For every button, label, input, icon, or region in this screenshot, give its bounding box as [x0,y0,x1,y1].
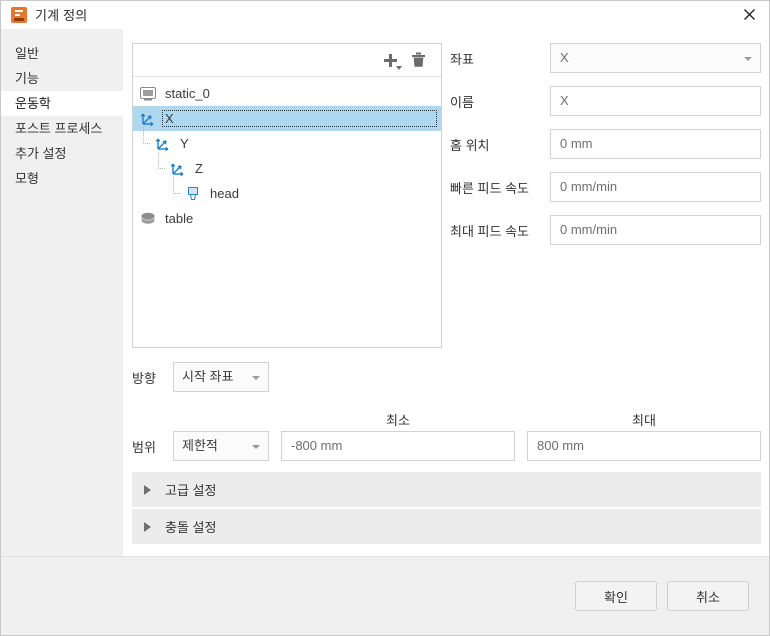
range-min-value: -800 mm [291,438,343,453]
tree-toolbar [133,44,441,77]
sidebar-item-model[interactable]: 모형 [1,166,123,191]
tree-node-label: X [162,110,437,127]
direction-value: 시작 좌표 [182,369,234,384]
tree-node-x[interactable]: X [133,106,441,131]
machine-definition-dialog: 기계 정의 일반 기능 운동학 포스트 프로세스 추가 설정 모형 static… [0,0,770,636]
direction-row: 방향 시작 좌표 [132,362,761,392]
dialog-footer: 확인 취소 [1,556,769,635]
coordinate-label: 좌표 [450,51,474,67]
sidebar-item-capabilities[interactable]: 기능 [1,66,123,91]
tree-node-label: Z [195,161,203,176]
sidebar-item-kinematics[interactable]: 운동학 [1,91,123,116]
home-position-input[interactable]: 0 mm [550,129,761,159]
range-mode-select[interactable]: 제한적 [173,431,269,461]
triangle-right-icon [144,521,151,532]
range-max-header: 최대 [632,412,656,428]
kinematics-tree-panel: static_0 X Y Z head table [132,43,442,348]
window-title: 기계 정의 [35,8,88,23]
tree-node-table[interactable]: table [133,206,441,231]
content-panel: static_0 X Y Z head table 좌표 X 이름 X 홈 위치… [123,29,769,556]
field-row-coordinate: 좌표 X [450,43,761,73]
triangle-right-icon [144,484,151,495]
rapid-feed-label: 빠른 피드 속도 [450,180,529,196]
tree-node-y[interactable]: Y [133,127,441,156]
field-row-home-position: 홈 위치 0 mm [450,129,761,159]
tree-node-z[interactable]: Z [133,152,441,181]
tree-node-label: table [165,211,194,226]
section-label: 고급 설정 [165,483,217,498]
spindle-head-icon [184,186,202,202]
chevron-down-icon [744,57,752,61]
sidebar-item-additional-settings[interactable]: 추가 설정 [1,141,123,166]
tree-guide [169,177,184,206]
collapsible-sections: 고급 설정 충돌 설정 [132,472,761,546]
rapid-feed-input[interactable]: 0 mm/min [550,172,761,202]
tree-node-label: static_0 [165,86,210,101]
section-collision-settings[interactable]: 충돌 설정 [132,509,761,544]
direction-select[interactable]: 시작 좌표 [173,362,269,392]
chevron-down-icon [252,376,260,380]
max-feed-value: 0 mm/min [560,222,618,237]
range-label: 범위 [132,439,156,455]
dialog-body: 일반 기능 운동학 포스트 프로세스 추가 설정 모형 static_0 X Y… [1,29,769,556]
rapid-feed-value: 0 mm/min [560,179,618,194]
tree-guide [139,127,154,156]
tree-node-label: head [210,186,239,201]
direction-label: 방향 [132,370,156,386]
ok-button[interactable]: 확인 [575,581,657,611]
name-input[interactable]: X [550,86,761,116]
coordinate-value: X [560,50,569,65]
motion-limits-form: 방향 시작 좌표 최소 최대 범위 제한적 -800 mm 800 mm [132,362,761,461]
sidebar: 일반 기능 운동학 포스트 프로세스 추가 설정 모형 [1,29,123,556]
range-max-value: 800 mm [537,438,584,453]
tree-node-label: Y [180,136,189,151]
section-label: 충돌 설정 [165,520,217,535]
section-advanced-settings[interactable]: 고급 설정 [132,472,761,507]
sidebar-item-general[interactable]: 일반 [1,41,123,66]
axis-properties-form: 좌표 X 이름 X 홈 위치 0 mm 빠른 피드 속도 0 mm/min 최대… [450,43,761,258]
field-row-max-feed: 최대 피드 속도 0 mm/min [450,215,761,245]
chevron-down-icon[interactable] [396,66,402,70]
home-position-value: 0 mm [560,136,593,151]
tree-node-static_0[interactable]: static_0 [133,81,441,106]
add-node-button[interactable] [377,48,403,72]
range-mode-value: 제한적 [182,438,218,453]
axis-icon [139,111,157,127]
coordinate-select[interactable]: X [550,43,761,73]
range-row: 범위 제한적 -800 mm 800 mm [132,431,761,461]
name-value: X [560,93,569,108]
axis-icon [154,136,172,152]
home-position-label: 홈 위치 [450,137,490,153]
table-disc-icon [139,211,157,227]
fusion-icon [11,6,27,23]
range-min-input[interactable]: -800 mm [281,431,515,461]
sidebar-item-post-process[interactable]: 포스트 프로세스 [1,116,123,141]
chevron-down-icon [252,445,260,449]
range-min-header: 최소 [386,412,410,428]
range-headers: 최소 최대 [132,410,761,428]
field-row-name: 이름 X [450,86,761,116]
tree-list: static_0 X Y Z head table [133,77,441,231]
name-label: 이름 [450,94,474,110]
field-row-rapid-feed: 빠른 피드 속도 0 mm/min [450,172,761,202]
machine-base-icon [139,86,157,102]
delete-node-button[interactable] [405,48,431,72]
tree-guide [154,152,169,181]
range-max-input[interactable]: 800 mm [527,431,761,461]
cancel-button[interactable]: 취소 [667,581,749,611]
title-bar: 기계 정의 [1,1,769,29]
axis-icon [169,161,187,177]
max-feed-input[interactable]: 0 mm/min [550,215,761,245]
max-feed-label: 최대 피드 속도 [450,223,529,239]
close-icon[interactable] [729,1,769,28]
tree-node-head[interactable]: head [133,177,441,206]
